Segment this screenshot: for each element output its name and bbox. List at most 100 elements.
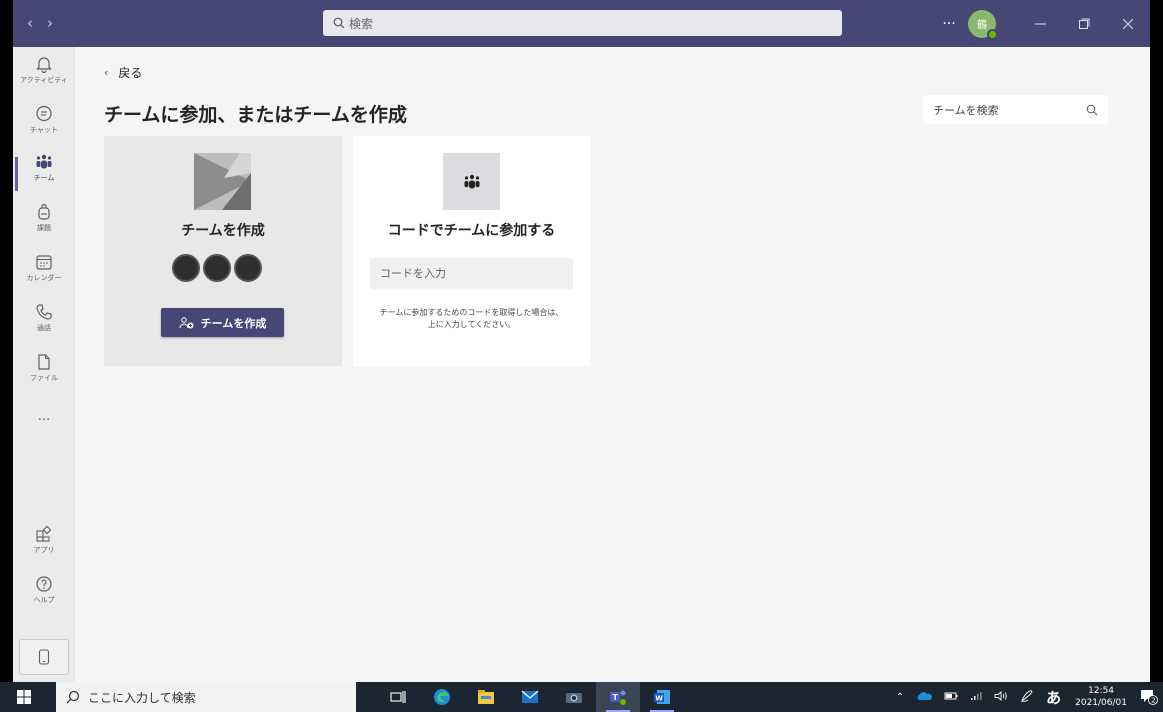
back-label: 戻る bbox=[118, 66, 143, 80]
rail-item-calls[interactable]: 通話 bbox=[13, 303, 75, 349]
svg-text:W: W bbox=[655, 695, 663, 703]
action-center-button[interactable]: 2 bbox=[1135, 682, 1163, 712]
title-bar: ‹› 検索 ··· 鶴 bbox=[13, 0, 1150, 47]
teams-icon bbox=[36, 154, 52, 169]
rail-item-files[interactable]: ファイル bbox=[13, 353, 75, 399]
rail-item-activity[interactable]: アクティビティ bbox=[13, 55, 75, 101]
back-arrow-icon[interactable]: ‹ bbox=[27, 14, 47, 32]
bell-icon bbox=[36, 57, 52, 73]
camera-icon bbox=[566, 693, 582, 703]
avatar-initials: 鶴 bbox=[977, 20, 987, 31]
avatar bbox=[172, 254, 200, 282]
rail-item-assignments[interactable]: 課題 bbox=[13, 203, 75, 249]
windows-taskbar: ここに入力して検索 T W ⌃ あ 12:54 2021/06/01 2 bbox=[0, 682, 1163, 712]
avatar bbox=[234, 254, 262, 282]
pen-icon[interactable] bbox=[1020, 689, 1034, 706]
search-icon bbox=[1086, 104, 1098, 115]
phone-icon bbox=[36, 304, 52, 320]
backpack-icon bbox=[38, 203, 50, 220]
taskbar-file-explorer[interactable] bbox=[464, 682, 508, 712]
add-team-icon bbox=[179, 316, 194, 328]
create-team-image bbox=[194, 153, 251, 210]
create-team-button-label: チームを作成 bbox=[200, 316, 267, 330]
start-button[interactable] bbox=[0, 682, 48, 712]
global-search-placeholder: 検索 bbox=[349, 16, 374, 31]
taskbar-word[interactable]: W bbox=[640, 682, 684, 712]
task-view-button[interactable] bbox=[376, 682, 420, 712]
maximize-icon bbox=[1079, 18, 1090, 29]
mobile-device-icon bbox=[38, 649, 50, 665]
network-icon[interactable] bbox=[970, 691, 982, 704]
rail-item-help[interactable]: ヘルプ bbox=[13, 575, 75, 621]
windows-logo-icon bbox=[17, 690, 31, 704]
close-button[interactable] bbox=[1106, 0, 1150, 47]
device-button[interactable] bbox=[19, 639, 69, 675]
calendar-icon bbox=[36, 255, 52, 270]
search-icon bbox=[66, 690, 80, 704]
app-bar: アクティビティ チャット チーム 課題 カレンダー 通話 ファイル ··· アプ… bbox=[13, 47, 75, 682]
create-team-card[interactable]: チームを作成 チームを作成 bbox=[104, 136, 342, 366]
main-content: ‹ 戻る チームに参加、またはチームを作成 チームを検索 チームを作成 チームを… bbox=[75, 47, 1150, 682]
more-options-button[interactable]: ··· bbox=[934, 16, 964, 32]
join-hint-line: チームに参加するためのコードを取得した場合は、 bbox=[379, 308, 564, 317]
rail-item-label: チャット bbox=[30, 126, 58, 134]
back-link[interactable]: ‹ 戻る bbox=[104, 64, 142, 81]
status-available-icon bbox=[987, 28, 998, 40]
rail-item-apps[interactable]: アプリ bbox=[13, 525, 75, 571]
ime-indicator[interactable]: あ bbox=[1046, 687, 1061, 708]
clock[interactable]: 12:54 2021/06/01 bbox=[1075, 685, 1127, 709]
notification-icon: 2 bbox=[1141, 690, 1158, 705]
more-apps-button[interactable]: ··· bbox=[13, 413, 75, 428]
notification-count: 2 bbox=[1151, 697, 1155, 705]
rail-item-teams[interactable]: チーム bbox=[13, 153, 75, 199]
taskbar-apps: T W bbox=[376, 682, 684, 712]
close-icon bbox=[1122, 18, 1134, 29]
rail-item-chat[interactable]: チャット bbox=[13, 105, 75, 151]
member-avatars bbox=[172, 254, 262, 282]
team-code-input[interactable] bbox=[370, 258, 573, 289]
taskbar-search-input[interactable]: ここに入力して検索 bbox=[56, 682, 356, 712]
taskbar-edge[interactable] bbox=[420, 682, 464, 712]
file-icon bbox=[38, 354, 50, 370]
maximize-button[interactable] bbox=[1062, 0, 1106, 47]
taskbar-mail[interactable] bbox=[508, 682, 552, 712]
task-view-icon bbox=[390, 691, 406, 703]
avatar[interactable]: 鶴 bbox=[968, 9, 998, 40]
apps-icon bbox=[36, 525, 52, 542]
minimize-button[interactable] bbox=[1018, 0, 1062, 47]
forward-arrow-icon[interactable]: › bbox=[47, 14, 67, 32]
search-icon bbox=[333, 17, 345, 29]
history-nav: ‹› bbox=[27, 14, 67, 32]
edge-icon bbox=[434, 689, 450, 705]
create-team-title: チームを作成 bbox=[181, 223, 265, 239]
global-search-input[interactable]: 検索 bbox=[323, 10, 842, 36]
chat-icon bbox=[36, 105, 52, 122]
taskbar-teams[interactable]: T bbox=[596, 682, 640, 712]
show-hidden-icons-icon[interactable]: ⌃ bbox=[896, 692, 904, 703]
help-icon bbox=[36, 576, 52, 592]
create-team-button[interactable]: チームを作成 bbox=[161, 308, 284, 337]
volume-icon[interactable] bbox=[994, 690, 1008, 704]
taskbar-camera[interactable] bbox=[552, 682, 596, 712]
teams-icon bbox=[464, 174, 479, 188]
rail-item-label: ファイル bbox=[30, 374, 58, 382]
clock-time: 12:54 bbox=[1088, 686, 1115, 696]
minimize-icon bbox=[1034, 23, 1046, 25]
rail-item-label: チーム bbox=[33, 174, 55, 182]
rail-item-label: アプリ bbox=[33, 546, 55, 554]
system-tray: ⌃ あ 12:54 2021/06/01 2 bbox=[890, 682, 1163, 712]
svg-text:T: T bbox=[613, 693, 619, 702]
team-search-placeholder: チームを検索 bbox=[933, 103, 999, 117]
onedrive-icon[interactable] bbox=[916, 691, 932, 704]
teams-window: ‹› 検索 ··· 鶴 アクティビティ チャット チーム 課題 カレンダー 通話… bbox=[13, 0, 1150, 682]
team-search-input[interactable]: チームを検索 bbox=[923, 95, 1108, 124]
join-team-image bbox=[443, 153, 500, 210]
battery-icon[interactable] bbox=[944, 691, 958, 704]
folder-icon bbox=[478, 690, 494, 704]
taskbar-search-placeholder: ここに入力して検索 bbox=[88, 690, 196, 705]
rail-item-calendar[interactable]: カレンダー bbox=[13, 253, 75, 299]
clock-date: 2021/06/01 bbox=[1075, 698, 1127, 708]
chevron-left-icon: ‹ bbox=[104, 66, 109, 79]
join-with-code-card: コードでチームに参加する チームに参加するためのコードを取得した場合は、 上に入… bbox=[353, 136, 590, 366]
avatar bbox=[203, 254, 231, 282]
